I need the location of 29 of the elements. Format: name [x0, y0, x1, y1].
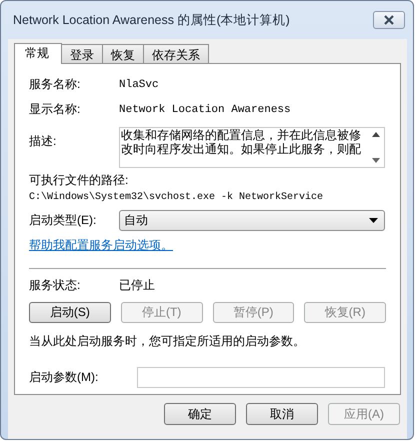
executable-path: C:\Windows\System32\svchost.exe -k NetworkService	[29, 192, 324, 203]
hint-text: 当从此处启动服务时，您可指定所适用的启动参数。	[29, 333, 306, 350]
field-label: 描述:	[29, 133, 58, 150]
service-status: 已停止	[119, 277, 155, 294]
dropdown-arrow-icon	[369, 218, 378, 223]
tab[interactable]: 恢复	[102, 44, 144, 63]
display-name: Network Location Awareness	[119, 104, 291, 116]
window-title: Network Location Awareness 的属性(本地计算机)	[13, 12, 290, 28]
close-icon	[383, 15, 395, 25]
service-name: NlaSvc	[119, 78, 159, 90]
dialog-button[interactable]: 确定	[164, 403, 236, 425]
field-label: 启动类型(E):	[29, 212, 98, 229]
help-link[interactable]: 帮助我配置服务启动选项。	[29, 237, 173, 254]
description-box[interactable]: 收集和存储网络的配置信息，并在此信息被修改时向程序发出通知。如果停止此服务，则配	[119, 127, 385, 168]
scroll-up-icon[interactable]	[372, 132, 380, 137]
tab[interactable]: 依存关系	[143, 44, 209, 63]
service-button[interactable]: 启动(S)	[29, 302, 111, 323]
field-label: 显示名称:	[29, 101, 82, 118]
close-button[interactable]	[373, 11, 405, 29]
field-label: 服务状态:	[29, 277, 82, 294]
tab[interactable]: 登录	[61, 44, 103, 63]
field-label: 服务名称:	[29, 76, 82, 93]
field-label: 启动参数(M):	[29, 369, 100, 386]
dialog-button[interactable]: 取消	[246, 403, 318, 425]
tab[interactable]: 常规	[14, 43, 62, 64]
parameters-field[interactable]	[137, 367, 385, 388]
startup-type-dropdown[interactable]: 自动	[119, 210, 385, 231]
scroll-down-icon[interactable]	[372, 158, 380, 163]
path-label: 可执行文件的路径:	[29, 172, 130, 189]
